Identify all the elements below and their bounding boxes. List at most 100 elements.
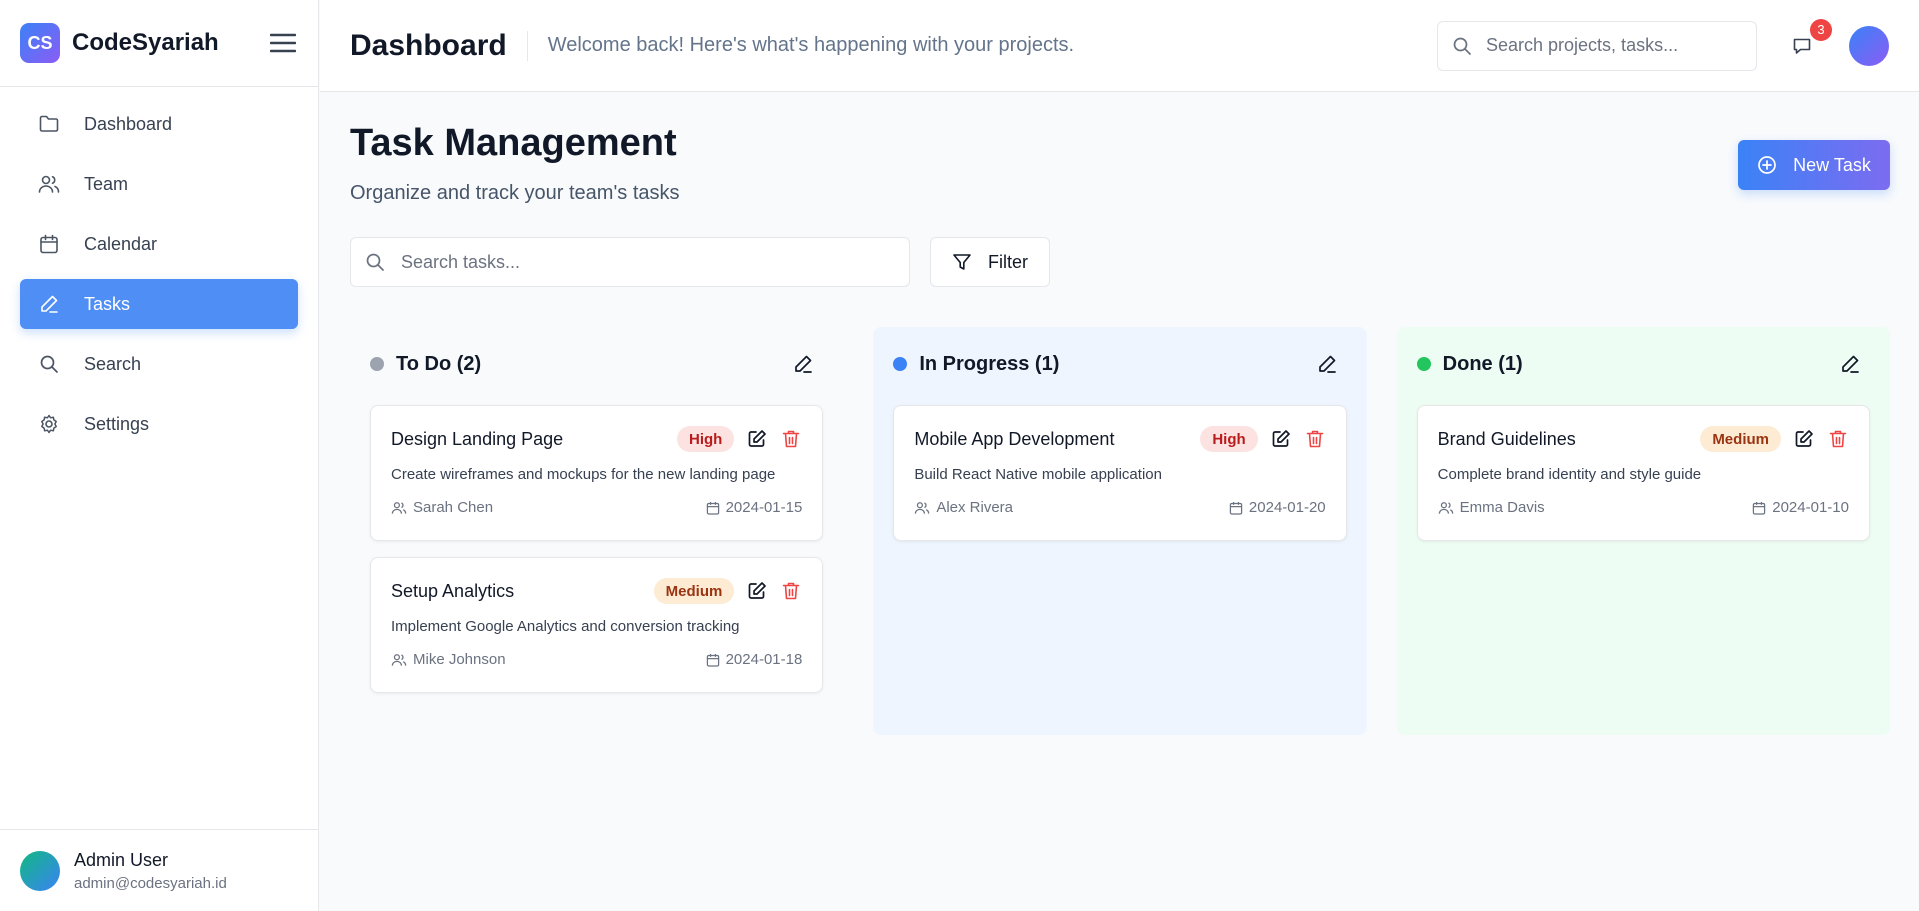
sidebar-item-label: Dashboard xyxy=(84,113,173,134)
gear-icon xyxy=(38,413,60,435)
edit-icon[interactable] xyxy=(746,428,768,450)
column-header: To Do (2) xyxy=(370,347,823,381)
edit-icon[interactable] xyxy=(746,580,768,602)
user-email: admin@codesyariah.id xyxy=(74,874,227,892)
page-header-title: Dashboard xyxy=(350,30,528,61)
users-icon xyxy=(391,501,407,515)
task-date: 2024-01-20 xyxy=(1248,499,1326,516)
task-description: Create wireframes and mockups for the ne… xyxy=(391,466,776,483)
brand-logo[interactable]: CS xyxy=(20,23,60,63)
message-icon xyxy=(1792,36,1812,56)
users-icon xyxy=(38,173,60,195)
task-card[interactable]: Brand Guidelines Medium Complete brand i… xyxy=(1416,405,1870,541)
trash-icon[interactable] xyxy=(1304,428,1326,450)
user-name: Admin User xyxy=(74,849,169,870)
task-search-placeholder: Search tasks... xyxy=(401,251,521,272)
filter-button[interactable]: Filter xyxy=(930,237,1050,287)
task-assignee: Mike Johnson xyxy=(413,651,506,668)
priority-badge: Medium xyxy=(653,578,735,604)
column-title: To Do (2) xyxy=(396,352,482,375)
brand: CS CodeSyariah xyxy=(0,0,318,87)
task-date: 2024-01-10 xyxy=(1772,499,1849,516)
task-date: 2024-01-15 xyxy=(725,499,803,516)
calendar-icon xyxy=(706,653,720,667)
task-search-input[interactable]: Search tasks... xyxy=(350,237,910,287)
trash-icon[interactable] xyxy=(780,428,802,450)
sidebar-item-tasks[interactable]: Tasks xyxy=(20,279,298,329)
filter-label: Filter xyxy=(988,251,1028,272)
column-todo: To Do (2) Design Landing Page High Creat… xyxy=(350,327,844,735)
sidebar-nav: Dashboard Team Calendar Tasks Search Set… xyxy=(0,87,318,471)
task-date: 2024-01-18 xyxy=(725,651,803,668)
page-subtitle: Organize and track your team's tasks xyxy=(350,182,680,204)
task-title: Design Landing Page xyxy=(391,428,564,449)
task-title: Setup Analytics xyxy=(391,580,515,601)
brand-name[interactable]: CodeSyariah xyxy=(72,29,219,57)
users-icon xyxy=(1438,501,1454,515)
sidebar-item-label: Calendar xyxy=(84,233,158,254)
sidebar-item-calendar[interactable]: Calendar xyxy=(20,219,298,269)
users-icon xyxy=(391,653,407,667)
filter-icon xyxy=(952,252,972,272)
calendar-icon xyxy=(1229,501,1243,515)
priority-badge: High xyxy=(677,426,735,452)
column-header: Done (1) xyxy=(1416,347,1870,381)
search-icon xyxy=(1452,36,1472,56)
task-assignee: Emma Davis xyxy=(1459,499,1545,516)
sidebar: CS CodeSyariah Dashboard Team Calendar T… xyxy=(0,0,319,911)
sidebar-item-settings[interactable]: Settings xyxy=(20,399,298,449)
page-header-subtitle: Welcome back! Here's what's happening wi… xyxy=(547,34,1075,56)
sidebar-item-dashboard[interactable]: Dashboard xyxy=(20,99,298,149)
new-task-button[interactable]: New Task xyxy=(1738,140,1890,190)
global-search-input[interactable]: Search projects, tasks... xyxy=(1437,20,1757,71)
messages-button[interactable]: 3 xyxy=(1787,18,1832,61)
sidebar-item-label: Team xyxy=(84,173,129,194)
status-dot xyxy=(370,357,384,371)
task-title: Mobile App Development xyxy=(914,428,1115,449)
column-header: In Progress (1) xyxy=(893,347,1346,381)
column-done: Done (1) Brand Guidelines Medium Complet… xyxy=(1396,327,1890,735)
main-content: Task Management Organize and track your … xyxy=(320,92,1919,911)
sidebar-item-label: Tasks xyxy=(84,293,131,314)
header-avatar[interactable] xyxy=(1849,25,1889,66)
task-assignee: Sarah Chen xyxy=(413,499,494,516)
column-title: In Progress (1) xyxy=(919,352,1060,375)
edit-icon[interactable] xyxy=(1793,428,1815,450)
sidebar-item-label: Settings xyxy=(84,413,150,434)
calendar-icon xyxy=(1752,501,1766,515)
trash-icon[interactable] xyxy=(780,580,802,602)
status-dot xyxy=(1416,357,1431,371)
plus-circle-icon xyxy=(1757,155,1777,175)
user-info: Admin User admin@codesyariah.id xyxy=(74,850,227,892)
sidebar-item-search[interactable]: Search xyxy=(20,339,298,389)
edit-icon[interactable] xyxy=(1270,428,1292,450)
calendar-icon xyxy=(706,501,720,515)
task-card[interactable]: Mobile App Development High Build React … xyxy=(893,405,1347,541)
task-description: Implement Google Analytics and conversio… xyxy=(391,618,740,635)
user-profile[interactable]: Admin User admin@codesyariah.id xyxy=(0,829,319,911)
trash-icon[interactable] xyxy=(1827,428,1849,450)
notification-badge: 3 xyxy=(1810,18,1832,41)
kanban-board: To Do (2) Design Landing Page High Creat… xyxy=(350,327,1890,735)
edit-column-icon[interactable] xyxy=(793,354,813,374)
task-card[interactable]: Design Landing Page High Create wirefram… xyxy=(370,405,824,541)
task-description: Build React Native mobile application xyxy=(914,466,1162,483)
sidebar-item-label: Search xyxy=(84,353,142,374)
new-task-label: New Task xyxy=(1793,154,1871,175)
pencil-icon xyxy=(38,293,60,315)
edit-column-icon[interactable] xyxy=(1317,354,1337,374)
task-card[interactable]: Setup Analytics Medium Implement Google … xyxy=(370,557,824,693)
top-header: Dashboard Welcome back! Here's what's ha… xyxy=(320,0,1919,92)
sidebar-item-team[interactable]: Team xyxy=(20,159,298,209)
avatar[interactable] xyxy=(20,850,60,891)
menu-icon[interactable] xyxy=(268,28,298,58)
search-icon xyxy=(38,353,60,375)
task-title: Brand Guidelines xyxy=(1437,428,1576,449)
folder-icon xyxy=(38,113,60,135)
edit-column-icon[interactable] xyxy=(1840,354,1860,374)
column-title: Done (1) xyxy=(1442,352,1523,375)
users-icon xyxy=(914,501,930,515)
calendar-icon xyxy=(38,233,60,255)
search-icon xyxy=(365,252,385,272)
column-in-progress: In Progress (1) Mobile App Development H… xyxy=(873,327,1367,735)
